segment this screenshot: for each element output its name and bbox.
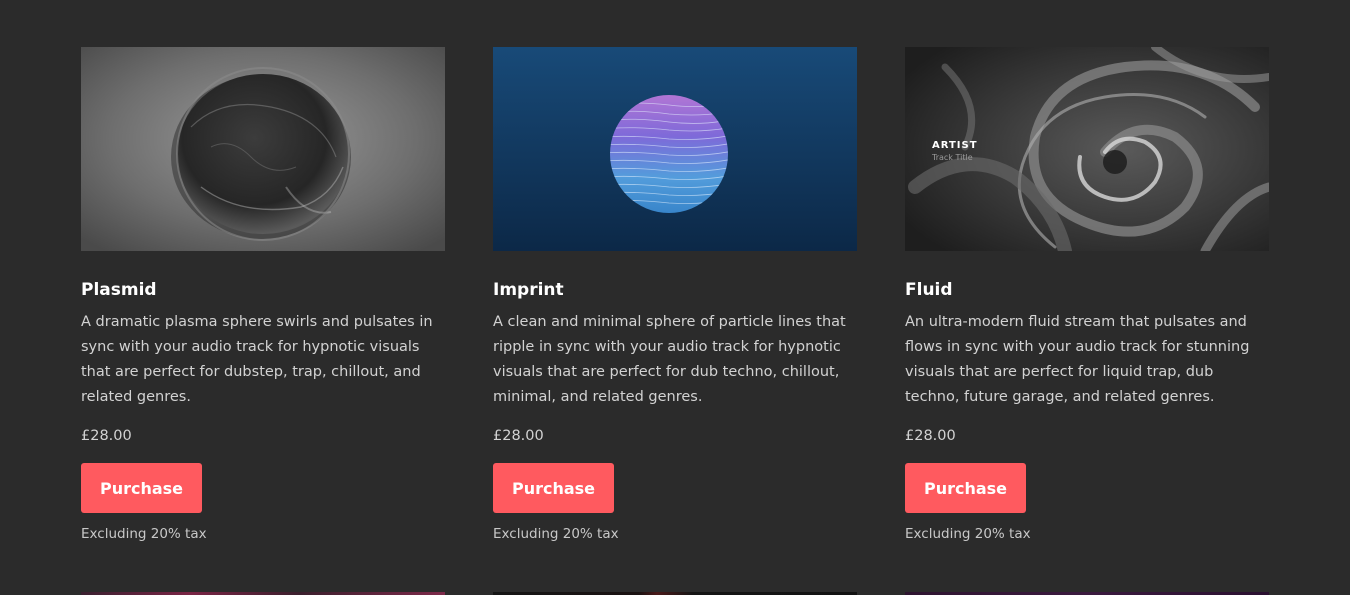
- product-description: A clean and minimal sphere of particle l…: [493, 314, 846, 405]
- product-price: £28.00: [493, 428, 544, 444]
- thumbnail-artist-text: ARTIST: [932, 140, 978, 151]
- tax-note: Excluding 20% tax: [81, 526, 207, 542]
- product-price: £28.00: [905, 428, 956, 444]
- particle-sphere-image: [493, 47, 857, 251]
- thumbnail-track-text: Track Title: [931, 153, 973, 162]
- product-card-plasmid: Plasmid A dramatic plasma sphere swirls …: [81, 47, 445, 544]
- product-thumbnail-imprint[interactable]: [493, 47, 857, 251]
- fluid-swirl-image: ARTIST Track Title: [905, 47, 1269, 251]
- product-grid: Plasmid A dramatic plasma sphere swirls …: [0, 0, 1350, 595]
- tax-note: Excluding 20% tax: [905, 526, 1031, 542]
- product-description: An ultra-modern fluid stream that pulsat…: [905, 314, 1250, 405]
- product-card-fluid: ARTIST Track Title Fluid An ultra-modern…: [905, 47, 1269, 544]
- product-description: A dramatic plasma sphere swirls and puls…: [81, 314, 433, 405]
- product-card-imprint: Imprint A clean and minimal sphere of pa…: [493, 47, 857, 544]
- product-price: £28.00: [81, 428, 132, 444]
- product-thumbnail-fluid[interactable]: ARTIST Track Title: [905, 47, 1269, 251]
- tax-note: Excluding 20% tax: [493, 526, 619, 542]
- product-title: Fluid: [905, 280, 953, 300]
- purchase-button-imprint[interactable]: Purchase: [493, 463, 614, 513]
- product-thumbnail-plasmid[interactable]: [81, 47, 445, 251]
- purchase-button-fluid[interactable]: Purchase: [905, 463, 1026, 513]
- product-title: Plasmid: [81, 280, 157, 300]
- purchase-button-plasmid[interactable]: Purchase: [81, 463, 202, 513]
- plasma-sphere-image: [81, 47, 445, 251]
- product-title: Imprint: [493, 280, 564, 300]
